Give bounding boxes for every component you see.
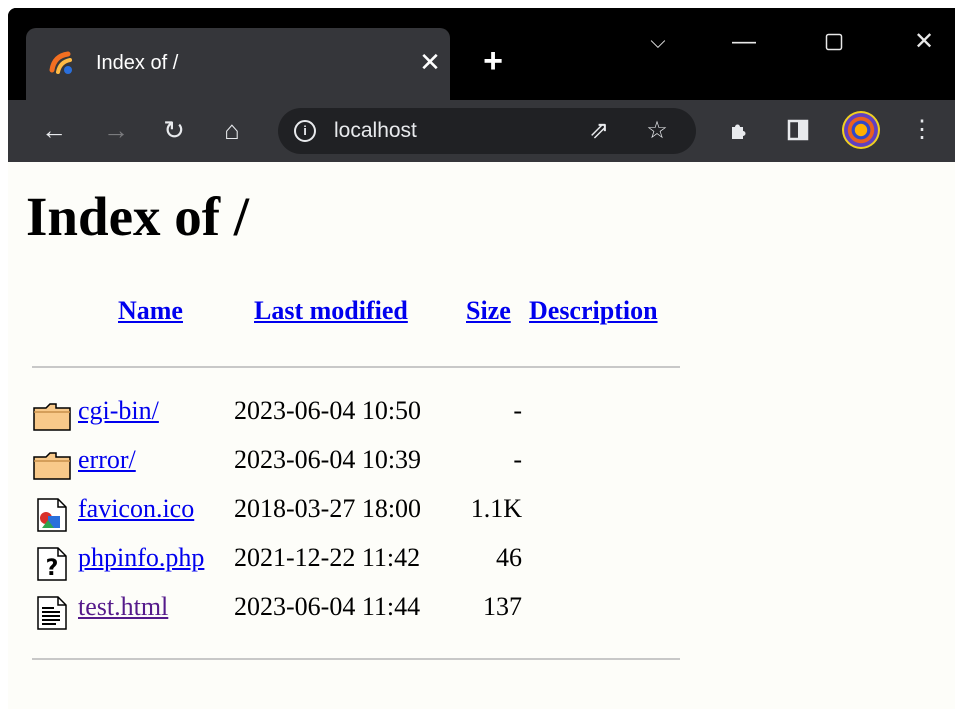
column-header-size[interactable]: Size	[466, 296, 511, 326]
file-modified: 2023-06-04 10:39	[234, 445, 422, 474]
table-row: ? phpinfo.php 2021-12-22 11:42 46	[32, 543, 732, 583]
folder-icon	[33, 452, 71, 480]
reload-icon[interactable]: ↻	[154, 110, 194, 150]
url-text[interactable]: localhost	[334, 117, 417, 145]
forward-arrow-icon[interactable]: →	[96, 110, 136, 150]
column-header-description[interactable]: Description	[529, 296, 658, 326]
home-icon[interactable]: ⌂	[212, 110, 252, 150]
browser-toolbar: ← → ↻ ⌂ i localhost ⇗ ☆ ⋮	[8, 100, 955, 162]
text-file-icon	[37, 596, 67, 630]
image-file-icon	[37, 498, 67, 532]
unknown-file-icon: ?	[37, 547, 67, 581]
file-size: -	[513, 396, 522, 425]
extensions-puzzle-icon[interactable]	[720, 110, 760, 150]
column-header-name[interactable]: Name	[118, 296, 183, 326]
tab-strip: Index of / ✕ + ⌵ — ✕	[8, 8, 955, 100]
tab-close-icon[interactable]: ✕	[412, 44, 448, 80]
tab-title: Index of /	[96, 52, 179, 74]
browser-window: Index of / ✕ + ⌵ — ✕ ← → ↻ ⌂ i localhost…	[8, 8, 955, 709]
side-panel-icon[interactable]	[778, 110, 818, 150]
file-modified: 2023-06-04 11:44	[234, 592, 421, 621]
footer-divider	[32, 658, 680, 660]
site-info-icon[interactable]: i	[294, 120, 316, 142]
file-size: 46	[496, 543, 522, 572]
maximize-icon[interactable]	[814, 22, 854, 62]
xampp-favicon-icon	[49, 51, 72, 74]
menu-kebab-icon[interactable]: ⋮	[902, 110, 942, 150]
header-divider	[32, 366, 680, 368]
table-row: error/ 2023-06-04 10:39 -	[32, 445, 732, 485]
address-bar[interactable]: i localhost ⇗ ☆	[278, 108, 696, 154]
tab-search-icon[interactable]: ⌵	[638, 22, 678, 62]
file-link-test-html[interactable]: test.html	[78, 592, 168, 622]
svg-text:?: ?	[46, 556, 59, 581]
profile-avatar[interactable]	[842, 111, 880, 149]
file-modified: 2018-03-27 18:00	[234, 494, 422, 523]
minimize-icon[interactable]: —	[724, 22, 764, 62]
page-content: Index of / Name Last modified Size Descr…	[8, 162, 955, 709]
file-size: 1.1K	[470, 494, 522, 523]
file-size: -	[513, 445, 522, 474]
page-title: Index of /	[26, 186, 250, 247]
bookmark-star-icon[interactable]: ☆	[640, 114, 674, 148]
share-icon[interactable]: ⇗	[582, 114, 616, 148]
close-window-icon[interactable]: ✕	[904, 22, 944, 62]
folder-icon	[33, 403, 71, 431]
table-row: cgi-bin/ 2023-06-04 10:50 -	[32, 396, 732, 436]
file-modified: 2021-12-22 11:42	[234, 543, 421, 572]
tab-active[interactable]: Index of / ✕	[26, 28, 450, 100]
column-header-last-modified[interactable]: Last modified	[254, 296, 408, 326]
file-size: 137	[483, 592, 522, 621]
file-link-cgi-bin[interactable]: cgi-bin/	[78, 396, 159, 426]
file-link-favicon-ico[interactable]: favicon.ico	[78, 494, 194, 524]
new-tab-button[interactable]: +	[475, 44, 511, 80]
table-row: test.html 2023-06-04 11:44 137	[32, 592, 732, 632]
file-link-error[interactable]: error/	[78, 445, 136, 475]
file-modified: 2023-06-04 10:50	[234, 396, 422, 425]
table-row: favicon.ico 2018-03-27 18:00 1.1K	[32, 494, 732, 534]
back-arrow-icon[interactable]: ←	[34, 110, 74, 150]
file-link-phpinfo-php[interactable]: phpinfo.php	[78, 543, 204, 573]
